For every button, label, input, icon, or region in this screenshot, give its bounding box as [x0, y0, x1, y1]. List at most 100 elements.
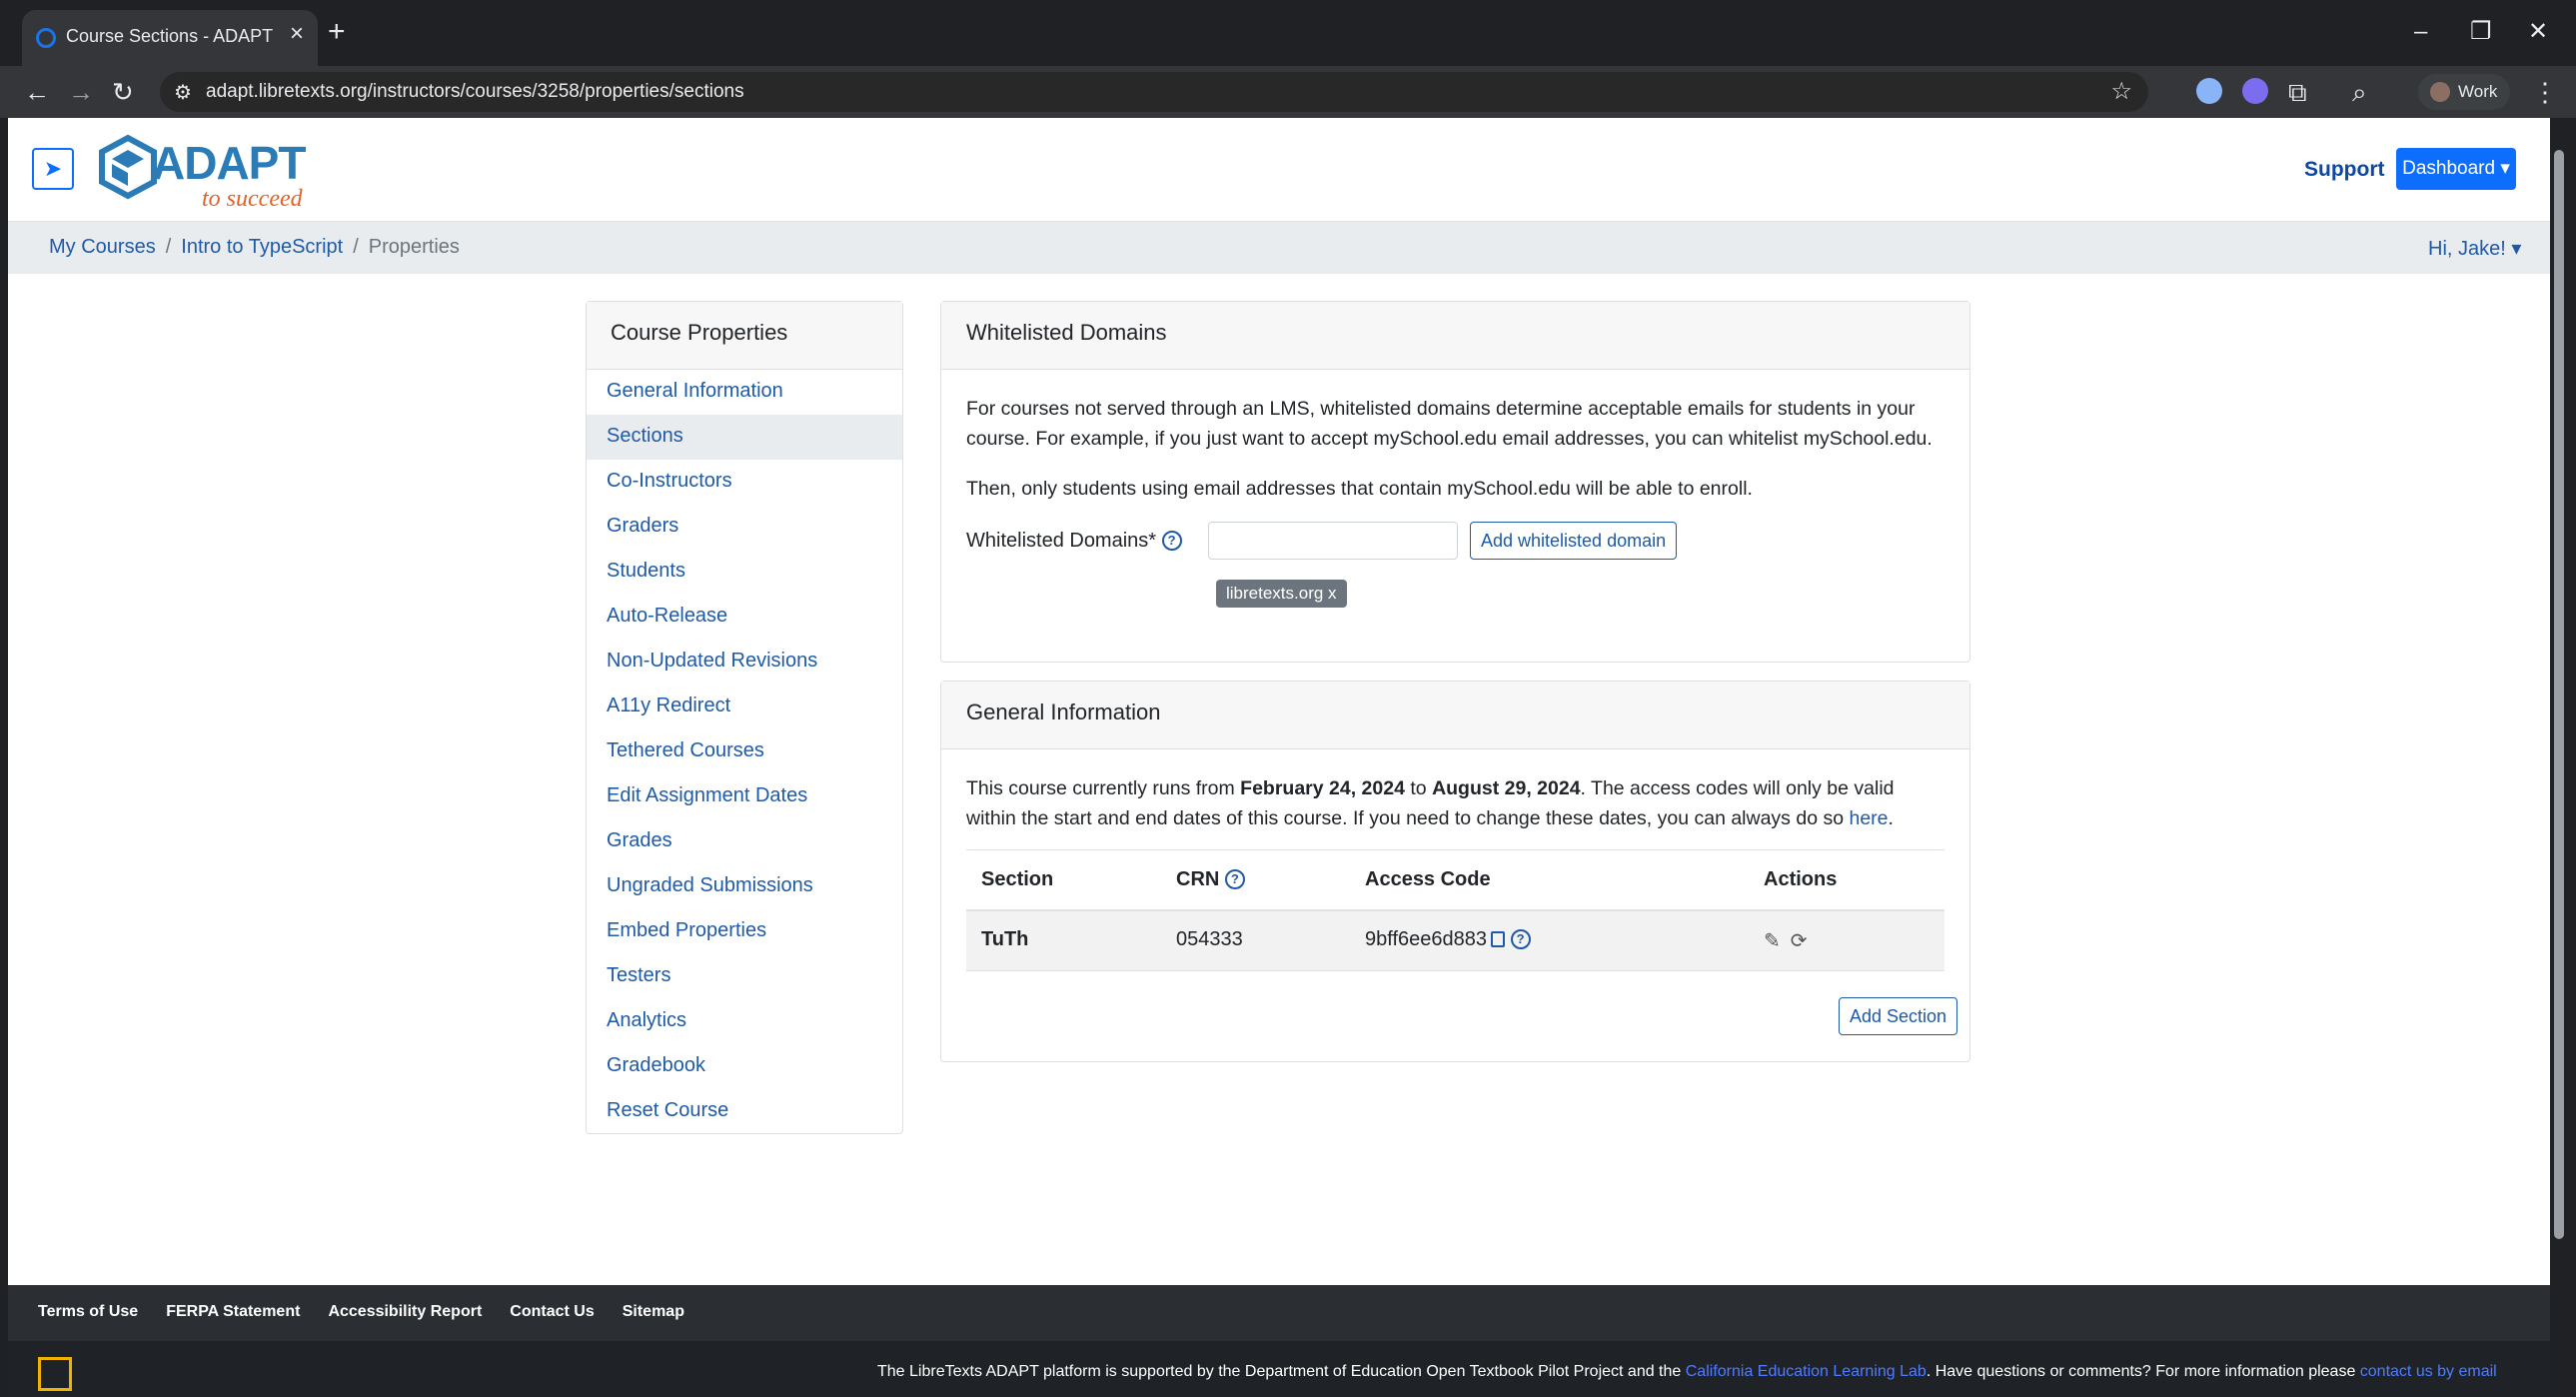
app-header: ➤ ADAPT to succeed Support Dashboard ▾ [8, 118, 2550, 222]
extension-icon[interactable] [2196, 78, 2222, 104]
footer-link-accessibility-report[interactable]: Accessibility Report [328, 1303, 482, 1320]
dashboard-label: Dashboard [2402, 158, 2496, 179]
column-header: Actions [1764, 868, 1838, 890]
avatar [2430, 82, 2450, 102]
whitelist-label-text: Whitelisted Domains* [966, 530, 1157, 552]
general-information-card: General Information This course currentl… [940, 681, 1970, 1062]
domain-chip[interactable]: libretexts.org x [1216, 580, 1347, 608]
end-date: August 29, 2024 [1432, 777, 1581, 799]
access-code-cell: 9bff6ee6d883 ? [1365, 928, 1531, 951]
dates-text: . [1888, 807, 1894, 829]
new-tab-icon[interactable]: + [328, 14, 346, 50]
user-greeting: Hi, Jake! [2428, 238, 2506, 260]
breadcrumb-separator: / [353, 236, 359, 258]
crn-value: 054333 [1176, 928, 1243, 950]
sidebar-item-general-information[interactable]: General Information [587, 370, 902, 415]
site-info-icon[interactable]: ⚙ [174, 80, 192, 105]
menu-icon[interactable]: ⋮ [2532, 74, 2558, 110]
breadcrumb-current: Properties [368, 236, 460, 258]
sidebar-item-reset-course[interactable]: Reset Course [587, 1089, 902, 1134]
scrollbar-thumb[interactable] [2554, 150, 2564, 1239]
sidebar-title: Course Properties [587, 302, 902, 370]
pencil-icon[interactable]: ✎ [1764, 928, 1781, 953]
question-circle-icon[interactable]: ? [1510, 929, 1531, 949]
question-circle-icon[interactable]: ? [1161, 531, 1182, 551]
sidebar-item-gradebook[interactable]: Gradebook [587, 1044, 902, 1089]
sidebar-item-tethered-courses[interactable]: Tethered Courses [587, 729, 902, 774]
sidebar-item-ungraded-submissions[interactable]: Ungraded Submissions [587, 864, 902, 909]
profile-button[interactable]: Work [2418, 74, 2510, 110]
close-icon[interactable]: × [290, 22, 304, 46]
sections-table: Section CRN ? Access Code Actions TuTh 0… [966, 849, 1944, 971]
whitelist-description: For courses not served through an LMS, w… [966, 398, 1932, 450]
support-link[interactable]: Support [2304, 158, 2384, 182]
tab-title: Course Sections - ADAPT [66, 26, 274, 46]
footer-note: The LibreTexts ADAPT platform is support… [877, 1363, 2497, 1381]
adapt-logo[interactable]: ADAPT to succeed [92, 126, 322, 216]
column-header: Access Code [1365, 868, 1491, 890]
profile-label: Work [2458, 82, 2498, 101]
question-circle-icon[interactable]: ? [1224, 869, 1245, 889]
access-code: 9bff6ee6d883 [1365, 928, 1487, 950]
sidebar-item-auto-release[interactable]: Auto-Release [587, 595, 902, 640]
column-header-text: CRN [1176, 868, 1220, 890]
restore-icon[interactable]: ❐ [2470, 14, 2492, 50]
sidebar-item-analytics[interactable]: Analytics [587, 999, 902, 1044]
sidebar-item-embed-properties[interactable]: Embed Properties [587, 909, 902, 954]
add-whitelisted-domain-button[interactable]: Add whitelisted domain [1470, 522, 1678, 560]
breadcrumb-my-courses[interactable]: My Courses [49, 236, 156, 258]
pin-icon[interactable]: ➤ [32, 148, 74, 190]
logo-tagline: to succeed [202, 186, 303, 212]
sidebar-item-graders[interactable]: Graders [587, 505, 902, 550]
sidebar-item-students[interactable]: Students [587, 550, 902, 595]
sidebar-item-grades[interactable]: Grades [587, 819, 902, 864]
browser-tab[interactable]: Course Sections - ADAPT × [22, 10, 318, 66]
actions-cell: ✎ ⟳ [1764, 928, 1818, 953]
logo-hex-icon [99, 134, 157, 200]
loading-icon [36, 28, 56, 48]
libretexts-logo-icon[interactable] [38, 1357, 72, 1391]
footer-link-sitemap[interactable]: Sitemap [623, 1303, 684, 1320]
contact-email-link[interactable]: contact us by email [2360, 1363, 2497, 1380]
sidebar-item-a11y-redirect[interactable]: A11y Redirect [587, 685, 902, 729]
section-name: TuTh [981, 928, 1029, 950]
refresh-icon[interactable]: ⟳ [1791, 928, 1808, 953]
whitelist-note: Then, only students using email addresse… [966, 478, 1753, 500]
breadcrumb-trail: My Courses / Intro to TypeScript / Propertie… [49, 236, 460, 259]
copy-icon[interactable] [1490, 931, 1505, 947]
learning-lab-link[interactable]: California Education Learning Lab [1686, 1363, 1927, 1380]
card-title: General Information [941, 682, 1969, 749]
footer-link-terms-of-use[interactable]: Terms of Use [38, 1303, 138, 1320]
extension-icon[interactable] [2242, 78, 2268, 104]
whitelisted-domain-input[interactable] [1208, 522, 1458, 560]
extensions-puzzle-icon[interactable]: ⧉ [2288, 74, 2307, 110]
forward-icon[interactable]: → [68, 74, 94, 110]
minimize-icon[interactable]: – [2414, 14, 2427, 50]
breadcrumb-course[interactable]: Intro to TypeScript [181, 236, 343, 258]
add-section-button[interactable]: Add Section [1839, 997, 1958, 1035]
user-menu[interactable]: Hi, Jake! ▾ [2428, 236, 2521, 261]
table-header: Section CRN ? Access Code Actions [966, 849, 1944, 911]
reload-icon[interactable]: ↻ [112, 74, 134, 110]
bookmark-star-icon[interactable]: ☆ [2110, 77, 2132, 106]
sidebar-item-co-instructors[interactable]: Co-Instructors [587, 460, 902, 505]
sidebar-item-non-updated-revisions[interactable]: Non-Updated Revisions [587, 640, 902, 685]
start-date: February 24, 2024 [1240, 777, 1405, 799]
breadcrumb-separator: / [165, 236, 172, 258]
dates-text: to [1404, 777, 1433, 799]
dashboard-button[interactable]: Dashboard ▾ [2396, 148, 2516, 190]
card-title: Whitelisted Domains [941, 302, 1969, 370]
address-bar[interactable]: ⚙ adapt.libretexts.org/instructors/cours… [160, 72, 2148, 112]
tab-search-icon[interactable]: ⌕ [2352, 74, 2367, 110]
back-icon[interactable]: ← [24, 74, 50, 110]
footer-link-contact-us[interactable]: Contact Us [510, 1303, 594, 1320]
footer-link-ferpa-statement[interactable]: FERPA Statement [166, 1303, 300, 1320]
sidebar-item-edit-assignment-dates[interactable]: Edit Assignment Dates [587, 774, 902, 819]
whitelisted-domains-card: Whitelisted Domains For courses not serv… [940, 301, 1970, 663]
whitelist-form: Whitelisted Domains* ? Add whitelisted d… [966, 522, 1944, 608]
sidebar-item-testers[interactable]: Testers [587, 954, 902, 999]
window-close-icon[interactable]: ✕ [2528, 14, 2548, 50]
browser-toolbar: ← → ↻ ⚙ adapt.libretexts.org/instructors… [0, 66, 2576, 118]
sidebar-item-sections[interactable]: Sections [587, 415, 902, 460]
change-dates-link[interactable]: here [1849, 807, 1888, 829]
